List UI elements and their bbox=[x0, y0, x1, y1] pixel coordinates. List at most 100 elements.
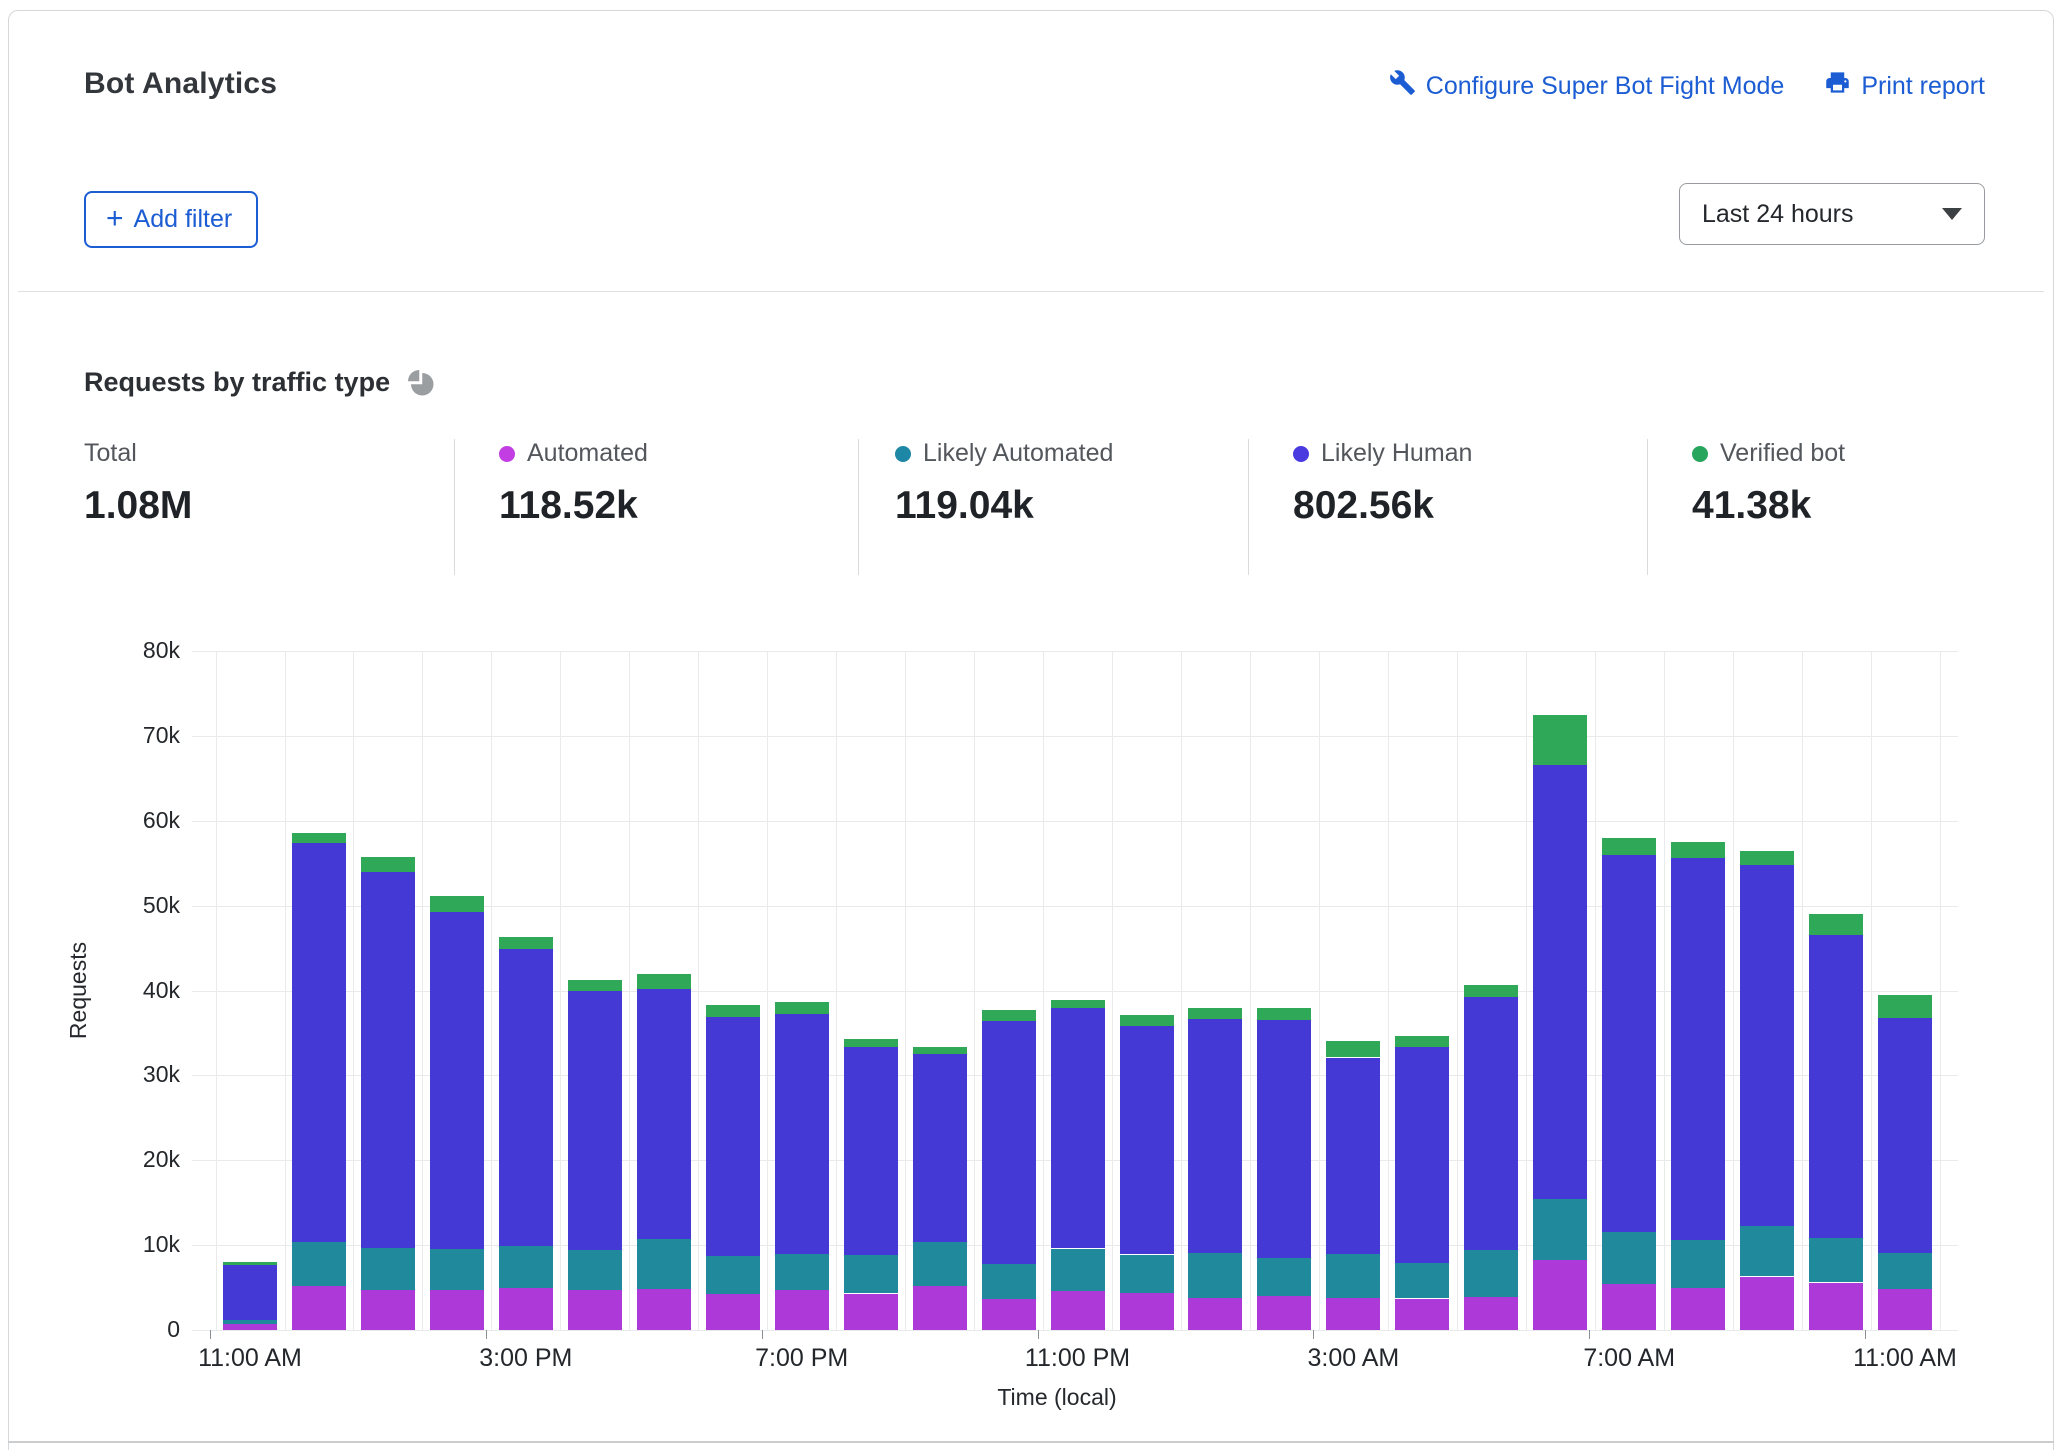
bar-segment-automated[interactable] bbox=[1188, 1298, 1242, 1330]
bar-segment-likely-human[interactable] bbox=[775, 1014, 829, 1253]
bar-segment-likely-human[interactable] bbox=[1326, 1058, 1380, 1254]
bar-segment-likely-automated[interactable] bbox=[1257, 1258, 1311, 1296]
bar-segment-verified-bot[interactable] bbox=[1257, 1008, 1311, 1020]
bar-segment-automated[interactable] bbox=[775, 1290, 829, 1330]
bar-segment-likely-human[interactable] bbox=[637, 989, 691, 1239]
bar-segment-likely-automated[interactable] bbox=[1533, 1199, 1587, 1259]
bar-segment-likely-human[interactable] bbox=[499, 949, 553, 1246]
bar-segment-verified-bot[interactable] bbox=[1533, 715, 1587, 765]
bar-segment-verified-bot[interactable] bbox=[1120, 1015, 1174, 1026]
bar-segment-likely-automated[interactable] bbox=[223, 1320, 277, 1324]
bar-segment-automated[interactable] bbox=[1464, 1297, 1518, 1330]
bar-segment-verified-bot[interactable] bbox=[844, 1039, 898, 1048]
bar-segment-likely-automated[interactable] bbox=[292, 1242, 346, 1286]
add-filter-button[interactable]: + Add filter bbox=[84, 191, 258, 248]
bar-segment-likely-automated[interactable] bbox=[1326, 1254, 1380, 1298]
bar-segment-likely-automated[interactable] bbox=[775, 1254, 829, 1291]
bar-segment-automated[interactable] bbox=[430, 1290, 484, 1330]
bar-segment-automated[interactable] bbox=[1326, 1298, 1380, 1330]
bar-segment-likely-human[interactable] bbox=[844, 1047, 898, 1255]
bar-segment-likely-human[interactable] bbox=[1395, 1047, 1449, 1263]
bar-segment-verified-bot[interactable] bbox=[1326, 1041, 1380, 1057]
bar-segment-likely-human[interactable] bbox=[1809, 935, 1863, 1238]
bar-segment-verified-bot[interactable] bbox=[706, 1005, 760, 1017]
bar-segment-likely-human[interactable] bbox=[1120, 1026, 1174, 1254]
bar-segment-likely-human[interactable] bbox=[292, 843, 346, 1242]
bar-segment-likely-automated[interactable] bbox=[1671, 1240, 1725, 1288]
bar-segment-likely-automated[interactable] bbox=[1464, 1250, 1518, 1297]
bar-segment-likely-human[interactable] bbox=[1740, 865, 1794, 1226]
bar-segment-verified-bot[interactable] bbox=[1740, 851, 1794, 865]
bar-segment-likely-human[interactable] bbox=[913, 1054, 967, 1242]
bar-segment-automated[interactable] bbox=[1395, 1299, 1449, 1330]
bar-segment-likely-automated[interactable] bbox=[1602, 1232, 1656, 1284]
bar-segment-likely-human[interactable] bbox=[568, 991, 622, 1250]
bar-segment-likely-human[interactable] bbox=[1533, 765, 1587, 1200]
bar-segment-verified-bot[interactable] bbox=[1671, 842, 1725, 858]
bar-segment-likely-human[interactable] bbox=[982, 1021, 1036, 1264]
bar-segment-likely-automated[interactable] bbox=[1120, 1255, 1174, 1293]
time-range-dropdown[interactable]: Last 24 hours bbox=[1679, 183, 1985, 245]
bar-segment-verified-bot[interactable] bbox=[430, 896, 484, 911]
bar-segment-likely-human[interactable] bbox=[430, 912, 484, 1249]
bar-segment-likely-human[interactable] bbox=[1878, 1018, 1932, 1253]
bar-segment-verified-bot[interactable] bbox=[1602, 838, 1656, 855]
bar-segment-verified-bot[interactable] bbox=[775, 1002, 829, 1015]
bar-segment-automated[interactable] bbox=[499, 1288, 553, 1330]
bar-segment-likely-automated[interactable] bbox=[1188, 1253, 1242, 1298]
bar-segment-verified-bot[interactable] bbox=[1395, 1036, 1449, 1048]
bar-segment-likely-automated[interactable] bbox=[361, 1248, 415, 1290]
bar-segment-verified-bot[interactable] bbox=[913, 1047, 967, 1054]
bar-segment-automated[interactable] bbox=[292, 1286, 346, 1330]
bar-segment-likely-automated[interactable] bbox=[1395, 1263, 1449, 1299]
bar-segment-verified-bot[interactable] bbox=[1464, 985, 1518, 997]
bar-segment-likely-automated[interactable] bbox=[499, 1246, 553, 1288]
bar-segment-automated[interactable] bbox=[1602, 1284, 1656, 1330]
bar-segment-automated[interactable] bbox=[568, 1290, 622, 1330]
bar-segment-likely-automated[interactable] bbox=[1878, 1253, 1932, 1290]
bar-segment-likely-automated[interactable] bbox=[637, 1239, 691, 1289]
bar-segment-automated[interactable] bbox=[361, 1290, 415, 1330]
bar-segment-likely-automated[interactable] bbox=[430, 1249, 484, 1291]
bar-segment-automated[interactable] bbox=[1878, 1289, 1932, 1330]
bar-segment-automated[interactable] bbox=[1671, 1288, 1725, 1330]
bar-segment-likely-automated[interactable] bbox=[913, 1242, 967, 1286]
bar-segment-likely-human[interactable] bbox=[1671, 858, 1725, 1240]
bar-segment-verified-bot[interactable] bbox=[637, 974, 691, 988]
bar-segment-automated[interactable] bbox=[223, 1324, 277, 1330]
bar-segment-verified-bot[interactable] bbox=[223, 1262, 277, 1265]
bar-segment-likely-automated[interactable] bbox=[706, 1256, 760, 1294]
bar-segment-verified-bot[interactable] bbox=[292, 833, 346, 843]
bar-segment-likely-human[interactable] bbox=[361, 872, 415, 1248]
bar-segment-automated[interactable] bbox=[1740, 1277, 1794, 1331]
bar-segment-automated[interactable] bbox=[913, 1286, 967, 1330]
bar-segment-likely-human[interactable] bbox=[1257, 1020, 1311, 1258]
bar-segment-verified-bot[interactable] bbox=[499, 937, 553, 949]
bar-segment-likely-human[interactable] bbox=[1188, 1019, 1242, 1252]
bar-segment-automated[interactable] bbox=[706, 1294, 760, 1330]
bar-segment-verified-bot[interactable] bbox=[1051, 1000, 1105, 1009]
bar-segment-likely-automated[interactable] bbox=[844, 1255, 898, 1293]
bar-segment-likely-automated[interactable] bbox=[982, 1264, 1036, 1300]
bar-segment-automated[interactable] bbox=[1809, 1283, 1863, 1331]
bar-segment-likely-human[interactable] bbox=[1602, 855, 1656, 1233]
bar-segment-likely-automated[interactable] bbox=[1051, 1249, 1105, 1291]
bar-segment-automated[interactable] bbox=[982, 1299, 1036, 1330]
bar-segment-automated[interactable] bbox=[844, 1294, 898, 1331]
bar-segment-likely-human[interactable] bbox=[1464, 997, 1518, 1250]
bar-segment-verified-bot[interactable] bbox=[1878, 995, 1932, 1018]
bar-segment-likely-automated[interactable] bbox=[568, 1250, 622, 1290]
bar-segment-automated[interactable] bbox=[637, 1289, 691, 1330]
bar-segment-verified-bot[interactable] bbox=[568, 980, 622, 992]
configure-super-bot-fight-mode-link[interactable]: Configure Super Bot Fight Mode bbox=[1389, 69, 1785, 103]
bar-segment-likely-automated[interactable] bbox=[1809, 1238, 1863, 1282]
bar-segment-verified-bot[interactable] bbox=[1809, 914, 1863, 935]
bar-segment-automated[interactable] bbox=[1257, 1296, 1311, 1330]
bar-segment-automated[interactable] bbox=[1120, 1293, 1174, 1330]
bar-segment-likely-human[interactable] bbox=[706, 1017, 760, 1256]
bar-segment-likely-automated[interactable] bbox=[1740, 1226, 1794, 1277]
bar-segment-verified-bot[interactable] bbox=[361, 857, 415, 871]
bar-segment-automated[interactable] bbox=[1051, 1291, 1105, 1330]
bar-segment-verified-bot[interactable] bbox=[982, 1010, 1036, 1021]
bar-segment-likely-human[interactable] bbox=[223, 1265, 277, 1320]
